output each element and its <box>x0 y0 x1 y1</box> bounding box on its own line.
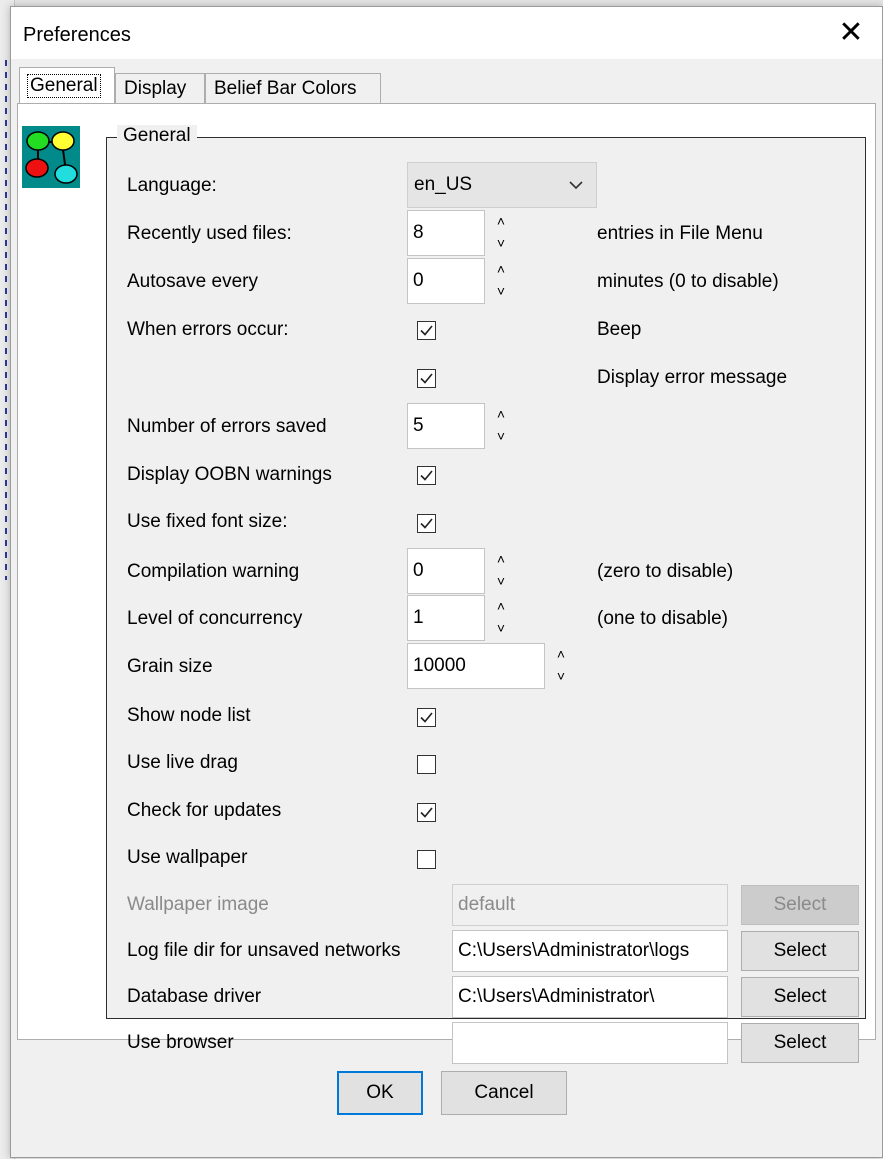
wallpaper-image-field: default <box>452 884 728 926</box>
tab-general-label: General <box>27 73 101 98</box>
autosave-value: 0 <box>413 270 424 291</box>
chevron-up-icon[interactable]: ˄ <box>494 262 508 276</box>
compilation-warning-stepper[interactable]: ˄ ˅ <box>492 548 510 594</box>
log-dir-label: Log file dir for unsaved networks <box>127 940 401 961</box>
recent-files-stepper[interactable]: ˄ ˅ <box>492 210 510 256</box>
close-icon[interactable]: ✕ <box>828 13 874 53</box>
log-dir-field[interactable]: C:\Users\Administrator\logs <box>452 930 728 972</box>
fixed-font-label: Use fixed font size: <box>127 511 288 532</box>
beep-label: Beep <box>597 319 642 340</box>
grain-size-stepper[interactable]: ˄ ˅ <box>552 643 570 689</box>
wallpaper-checkbox[interactable] <box>417 850 436 869</box>
oobn-warnings-checkbox[interactable] <box>417 466 436 485</box>
tab-display[interactable]: Display <box>115 73 205 103</box>
checkmark-icon <box>420 325 433 336</box>
db-driver-field[interactable]: C:\Users\Administrator\ <box>452 976 728 1018</box>
autosave-stepper[interactable]: ˄ ˅ <box>492 258 510 304</box>
cancel-button[interactable]: Cancel <box>441 1071 567 1115</box>
chevron-down-icon[interactable]: ˅ <box>494 621 508 635</box>
errors-saved-label: Number of errors saved <box>127 416 327 437</box>
tab-general[interactable]: General <box>19 67 115 103</box>
checkmark-icon <box>420 807 433 818</box>
node-list-checkbox[interactable] <box>417 708 436 727</box>
errors-saved-stepper[interactable]: ˄ ˅ <box>492 403 510 449</box>
display-error-message-checkbox[interactable] <box>417 369 436 388</box>
language-value: en_US <box>414 174 473 195</box>
check-updates-checkbox[interactable] <box>417 803 436 822</box>
errors-saved-input[interactable]: 5 <box>407 403 485 449</box>
wallpaper-label: Use wallpaper <box>127 847 248 868</box>
concurrency-note: (one to disable) <box>597 608 728 629</box>
tab-content-panel: General Language: en_US Recently used fi… <box>17 103 876 1064</box>
db-driver-select-button[interactable]: Select <box>741 977 859 1017</box>
fixed-font-checkbox[interactable] <box>417 514 436 533</box>
live-drag-checkbox[interactable] <box>417 755 436 774</box>
checkmark-icon <box>420 518 433 529</box>
db-driver-label: Database driver <box>127 986 262 1007</box>
group-legend: General <box>117 125 197 147</box>
tab-belief-bar-colors[interactable]: Belief Bar Colors <box>205 73 381 103</box>
autosave-note: minutes (0 to disable) <box>597 271 779 292</box>
browser-field[interactable] <box>452 1022 728 1064</box>
recent-files-note: entries in File Menu <box>597 223 763 244</box>
grain-size-label: Grain size <box>127 656 213 677</box>
chevron-up-icon[interactable]: ˄ <box>554 647 568 661</box>
chevron-down-icon[interactable]: ˅ <box>494 429 508 443</box>
chevron-down-icon[interactable]: ˅ <box>494 236 508 250</box>
display-error-message-label: Display error message <box>597 367 788 388</box>
preferences-dialog: Preferences ✕ General Display Belief Bar… <box>10 6 883 1158</box>
concurrency-label: Level of concurrency <box>127 608 303 629</box>
wallpaper-image-label: Wallpaper image <box>127 894 269 915</box>
concurrency-value: 1 <box>413 607 424 628</box>
compilation-warning-value: 0 <box>413 560 424 581</box>
recent-files-input[interactable]: 8 <box>407 210 485 256</box>
recent-files-value: 8 <box>413 222 424 243</box>
browser-select-button[interactable]: Select <box>741 1023 859 1063</box>
check-updates-label: Check for updates <box>127 800 282 821</box>
db-driver-value: C:\Users\Administrator\ <box>458 986 655 1007</box>
ok-button[interactable]: OK <box>337 1071 423 1115</box>
dialog-title: Preferences <box>23 24 131 46</box>
tab-display-label: Display <box>124 77 187 99</box>
general-group: General Language: en_US Recently used fi… <box>106 125 866 1064</box>
chevron-down-icon[interactable]: ˅ <box>554 669 568 683</box>
concurrency-stepper[interactable]: ˄ ˅ <box>492 595 510 641</box>
chevron-down-icon[interactable]: ˅ <box>494 574 508 588</box>
errors-occur-label: When errors occur: <box>127 319 289 340</box>
chevron-up-icon[interactable]: ˄ <box>494 552 508 566</box>
wallpaper-image-value: default <box>458 894 516 915</box>
autosave-input[interactable]: 0 <box>407 258 485 304</box>
chevron-down-icon <box>569 181 583 190</box>
checkmark-icon <box>420 712 433 723</box>
checkmark-icon <box>420 470 433 481</box>
beep-checkbox[interactable] <box>417 321 436 340</box>
chevron-down-icon[interactable]: ˅ <box>494 284 508 298</box>
network-app-icon <box>22 126 80 188</box>
node-list-label: Show node list <box>127 705 251 726</box>
grain-size-input[interactable]: 10000 <box>407 643 545 689</box>
chevron-up-icon[interactable]: ˄ <box>494 214 508 228</box>
log-dir-select-button[interactable]: Select <box>741 931 859 971</box>
language-label: Language: <box>127 175 217 196</box>
live-drag-label: Use live drag <box>127 752 238 773</box>
language-select[interactable]: en_US <box>407 162 597 208</box>
log-dir-value: C:\Users\Administrator\logs <box>458 940 690 961</box>
title-bar: Preferences ✕ <box>11 7 882 59</box>
autosave-label: Autosave every <box>127 271 258 292</box>
oobn-warnings-label: Display OOBN warnings <box>127 464 332 485</box>
compilation-warning-label: Compilation warning <box>127 561 300 582</box>
errors-saved-value: 5 <box>413 415 424 436</box>
browser-label: Use browser <box>127 1032 234 1053</box>
chevron-up-icon[interactable]: ˄ <box>494 407 508 421</box>
compilation-warning-note: (zero to disable) <box>597 561 734 582</box>
recent-files-label: Recently used files: <box>127 223 292 244</box>
wallpaper-select-button: Select <box>741 885 859 925</box>
compilation-warning-input[interactable]: 0 <box>407 548 485 594</box>
concurrency-input[interactable]: 1 <box>407 595 485 641</box>
chevron-up-icon[interactable]: ˄ <box>494 599 508 613</box>
grain-size-value: 10000 <box>413 655 466 676</box>
checkmark-icon <box>420 373 433 384</box>
tab-belief-bar-colors-label: Belief Bar Colors <box>214 77 357 99</box>
